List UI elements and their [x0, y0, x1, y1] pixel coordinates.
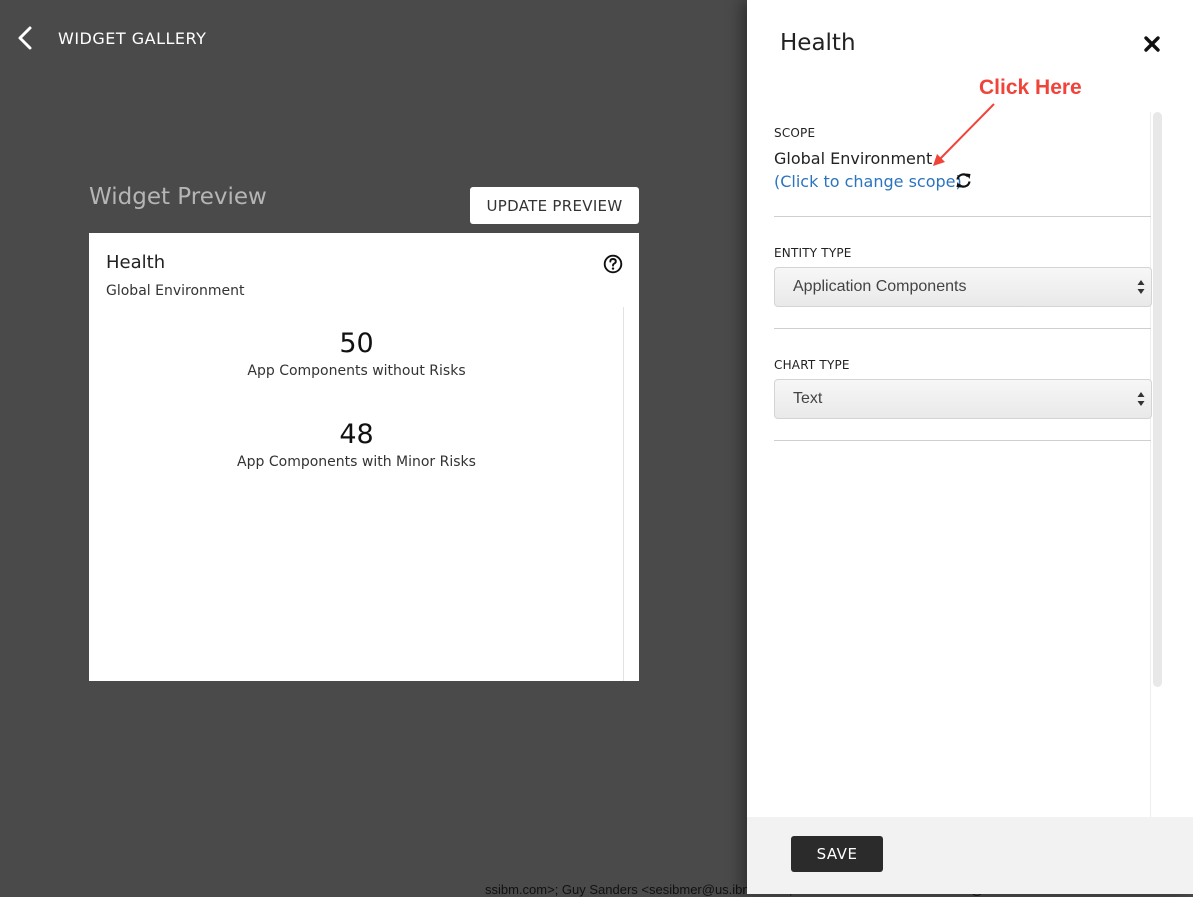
close-icon[interactable] [1142, 34, 1162, 54]
select-arrows-icon [1137, 392, 1145, 406]
page-title: WIDGET GALLERY [58, 29, 207, 48]
annotation-arrow-icon [933, 103, 995, 166]
refresh-icon[interactable] [955, 172, 972, 189]
widget-title: Health [106, 252, 166, 273]
widget-config-panel: Health Click Here SCOPE Global Environme… [747, 0, 1193, 894]
scope-value: Global Environment [774, 149, 933, 168]
chart-type-select[interactable]: Text [774, 379, 1152, 419]
entity-type-label: ENTITY TYPE [774, 246, 852, 260]
save-button[interactable]: SAVE [791, 836, 883, 872]
panel-scrollbar[interactable] [1153, 112, 1162, 687]
annotation-label: Click Here [979, 76, 1082, 99]
divider [774, 216, 1151, 217]
question-circle-icon[interactable] [603, 254, 623, 274]
metric-label: App Components without Risks [247, 363, 466, 379]
metric-value: 48 [339, 419, 374, 450]
top-bar: WIDGET GALLERY [0, 0, 747, 76]
widget-preview-card: Health Global Environment 50 App Compone… [89, 233, 639, 681]
change-scope-link[interactable]: (Click to change scope) [774, 172, 962, 191]
widget-preview-heading: Widget Preview [89, 184, 267, 210]
select-arrows-icon [1137, 280, 1145, 294]
chevron-left-icon[interactable] [14, 25, 36, 51]
chart-type-label: CHART TYPE [774, 358, 850, 372]
panel-footer: SAVE [747, 817, 1193, 894]
panel-title: Health [780, 30, 856, 56]
divider [774, 440, 1151, 441]
panel-scroll-track [1150, 112, 1151, 818]
update-preview-button[interactable]: UPDATE PREVIEW [470, 187, 639, 224]
divider [774, 328, 1151, 329]
metric-value: 50 [339, 328, 374, 359]
metric-item: 50 App Components without Risks [89, 328, 624, 379]
entity-type-select[interactable]: Application Components [774, 267, 1152, 307]
widget-scope: Global Environment [106, 283, 245, 299]
entity-type-value: Application Components [793, 278, 967, 295]
metric-label: App Components with Minor Risks [237, 454, 476, 470]
chart-type-value: Text [793, 390, 823, 407]
metric-item: 48 App Components with Minor Risks [89, 419, 624, 470]
scope-label: SCOPE [774, 126, 816, 140]
